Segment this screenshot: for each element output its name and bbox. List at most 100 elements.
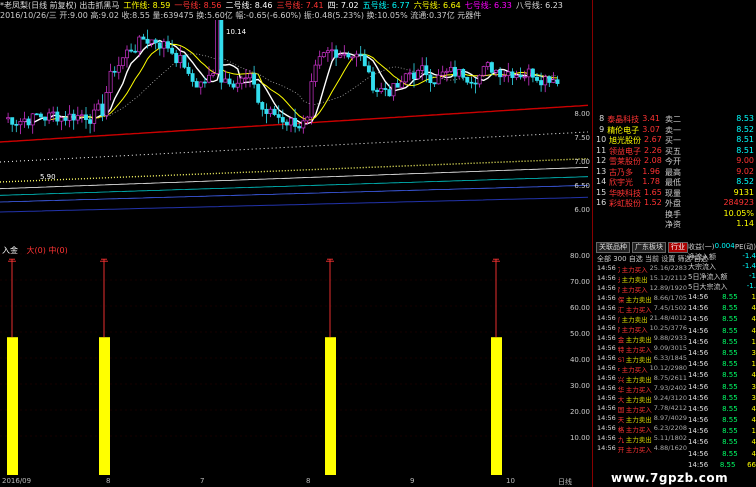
stock-name[interactable]: 欣宇光 [609,177,639,188]
date-tick: 9 [410,477,415,485]
flow-row[interactable]: 14:56兴民智通主力卖出8.75/2611 [597,374,687,384]
tab-1[interactable]: 关联品种 [596,242,630,253]
stock-name[interactable]: 古乃多 [609,167,639,178]
candle-body [350,56,355,59]
candle-body [129,49,134,52]
trade-price: 8.55 [722,360,738,369]
candle-body [403,73,408,83]
flow-row[interactable]: 14:56九 龙 山主力卖出5.11/1802 [597,434,687,444]
stock-name[interactable]: 华映科技 [609,188,641,199]
trade-volume: 66 [747,460,756,469]
candle-body [535,76,539,81]
flow-row[interactable]: 14:56万 科 A主力买入25.16/2283 [597,264,687,274]
flow-row[interactable]: 14:56特发信息主力买入9.09/3015 [597,344,687,354]
candle-body [334,49,339,58]
stock-name[interactable]: 泰晶科技 [607,114,639,125]
trade-row: 14:56 8.55 4 [688,315,756,326]
flow-row[interactable]: 14:56保税科技主力卖出8.66/1705 [597,294,687,304]
flow-row[interactable]: 14:56ST恒立主力卖出6.33/1845 [597,354,687,364]
candle-body [530,68,535,78]
quote-label: 最低 [665,178,681,187]
sub-axis-label: 60.00 [569,304,590,312]
flow-row[interactable]: 14:56汇源通信主力买入7.45/1502 [597,304,687,314]
candle-body [338,54,343,58]
trade-price: 8.55 [722,438,738,447]
related-stock-list[interactable]: 8 泰晶科技 3.41 9 精伦电子 3.07 10 旭光股份 2.67 11 领益电子 2.26 12… [596,114,662,209]
flow-row[interactable]: 14:56光明乳业主力卖出15.12/2112 [597,274,687,284]
stock-list-row[interactable]: 16 彩虹股份 1.52 [596,198,662,209]
flow-volume: 8.75/2611 [653,374,687,382]
candle-body [489,62,494,73]
flow-row[interactable]: 14:56开元股份主力买入4.88/1620 [597,444,687,454]
flow-volume: 4.88/1620 [653,444,687,452]
trade-time: 14:56 [688,416,709,425]
tab-3[interactable]: 行业 [668,242,688,253]
candle-body [465,76,470,83]
flow-stock: 万 科 A [618,264,620,274]
candlestick-chart[interactable]: 10.14 5.90 [0,20,592,242]
stock-list-row[interactable]: 15 华映科技 1.65 [596,188,662,199]
candle-body [170,47,175,54]
candle-body [137,36,142,53]
flow-time: 14:56 [597,304,616,312]
candle-body [293,117,298,127]
flow-time: 14:56 [597,384,616,392]
stock-name[interactable]: 精伦电子 [607,125,639,136]
stock-list-row[interactable]: 14 欣宇光 1.78 [596,177,660,188]
flow-stock: 中国宝安 [618,364,620,374]
flow-row[interactable]: 14:56格林美主力买入6.23/2208 [597,424,687,434]
flow-row[interactable]: 14:56南风股份主力买入12.89/1920 [597,284,687,294]
stock-list-row[interactable]: 12 雪莱股份 2.08 [596,156,662,167]
flow-volume: 9.88/2933 [653,334,687,342]
stock-list-row[interactable]: 9 精伦电子 3.07 [596,125,660,136]
flow-action: 主力卖出 [621,316,648,324]
stock-name[interactable]: 旭光股份 [609,135,641,146]
candle-body [243,77,248,80]
candle-body [227,78,232,85]
quote-value: 8.51 [736,145,754,155]
candle-body [383,88,388,90]
quote-row: 今开 9.00 [665,156,756,167]
trade-row: 14:56 8.55 4 [688,304,756,315]
candle-body [174,52,179,64]
candle-body [100,103,105,116]
flow-action: 主力买入 [625,346,652,354]
stock-name[interactable]: 彩虹股份 [609,198,641,209]
stock-name[interactable]: 领益电子 [609,146,641,157]
flow-row[interactable]: 14:56金 发 科主力卖出9.88/2933 [597,334,687,344]
flow-row[interactable]: 14:56国际医学主力买入7.78/4212 [597,404,687,414]
stock-list-row[interactable]: 11 领益电子 2.26 [596,146,662,157]
flow-filter-row[interactable]: 全部 300 自选 当前 设置 筛选 自选 [597,254,708,264]
tab-2[interactable]: 广东板块 [632,242,666,253]
stock-list-row[interactable]: 10 旭光股份 2.67 [596,135,662,146]
candle-body [420,65,425,71]
flow-row[interactable]: 14:56中国宝安主力买入10.12/2980 [597,364,687,374]
candle-body [26,118,31,126]
stock-list-row[interactable]: 8 泰晶科技 3.41 [596,114,660,125]
main-flow-list[interactable]: 14:56万 科 A主力买入25.16/228314:56光明乳业主力卖出15.… [597,264,687,454]
capital-value: -1.4 [742,252,756,260]
candle-body [260,102,265,110]
stock-change: 2.08 [644,156,662,165]
flow-row[interactable]: 14:56南方轴承主力买入10.25/3776 [597,324,687,334]
flow-stock: 国际医学 [617,406,624,414]
date-tick: 7 [200,477,205,485]
inflow-bar-1 [7,337,18,475]
stock-change: 2.67 [644,135,662,144]
flow-volume: 8.66/1705 [653,294,687,302]
flow-row[interactable]: 14:56华菱星马主力买入7.93/2402 [597,384,687,394]
flow-stock: 天茂集团 [617,416,624,424]
short-ma-1 [24,39,558,125]
flow-row[interactable]: 14:56广东鸿图主力卖出21.48/4012 [597,314,687,324]
flow-stock: 兴民智通 [617,376,624,384]
candle-body [186,66,191,74]
capital-flow-chart[interactable] [0,244,592,476]
candle-body [502,75,507,78]
flow-row[interactable]: 14:56大港股份主力卖出9.24/3120 [597,394,687,404]
flow-row[interactable]: 14:56天茂集团主力卖出8.97/4029 [597,414,687,424]
stock-name[interactable]: 雪莱股份 [609,156,641,167]
candle-body [444,70,449,73]
trade-row: 14:56 8.55 1 [688,338,756,349]
flow-stock: 保税科技 [617,296,624,304]
stock-list-row[interactable]: 13 古乃多 1.96 [596,167,660,178]
